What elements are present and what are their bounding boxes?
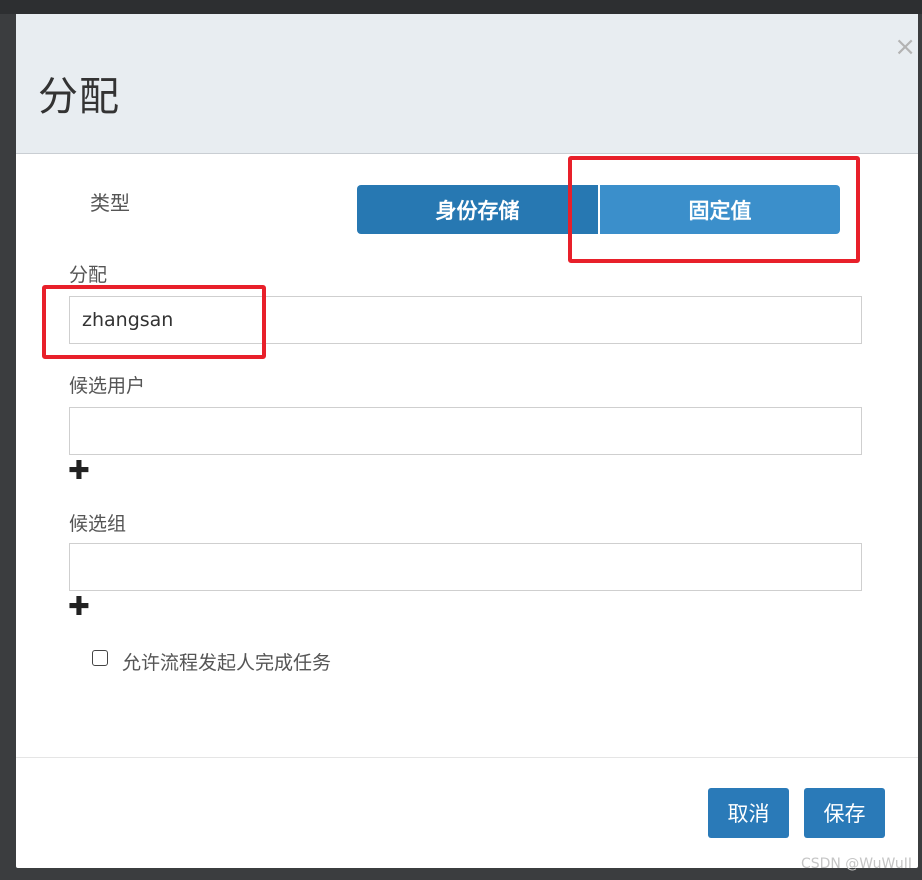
close-icon[interactable]: ×	[894, 34, 916, 60]
dialog-header: 分配 ×	[16, 14, 918, 154]
candidate-users-input[interactable]	[69, 407, 862, 455]
type-label: 类型	[90, 191, 130, 215]
watermark: CSDN @WuWuII	[800, 856, 912, 872]
allow-initiator-label: 允许流程发起人完成任务	[122, 652, 332, 674]
candidate-users-label: 候选用户	[69, 375, 146, 397]
assignee-label: 分配	[69, 264, 108, 286]
assignee-input[interactable]	[69, 296, 862, 344]
candidate-groups-input[interactable]	[69, 543, 862, 591]
identity-store-toggle[interactable]: 身份存储	[357, 185, 598, 234]
add-candidate-user-icon[interactable]: ✚	[68, 458, 90, 484]
assignment-dialog: 分配 × 类型 身份存储 固定值 分配 候选用户 ✚ 候选组 ✚ 允许流程发起人…	[16, 14, 918, 868]
fixed-value-toggle[interactable]: 固定值	[599, 185, 840, 234]
cancel-button[interactable]: 取消	[708, 788, 789, 838]
candidate-groups-label: 候选组	[69, 513, 127, 535]
dialog-title: 分配	[38, 74, 120, 120]
allow-initiator-checkbox[interactable]	[92, 650, 108, 666]
footer-divider	[16, 757, 918, 758]
modal-backdrop	[0, 0, 922, 14]
add-candidate-group-icon[interactable]: ✚	[68, 594, 90, 620]
save-button[interactable]: 保存	[804, 788, 885, 838]
